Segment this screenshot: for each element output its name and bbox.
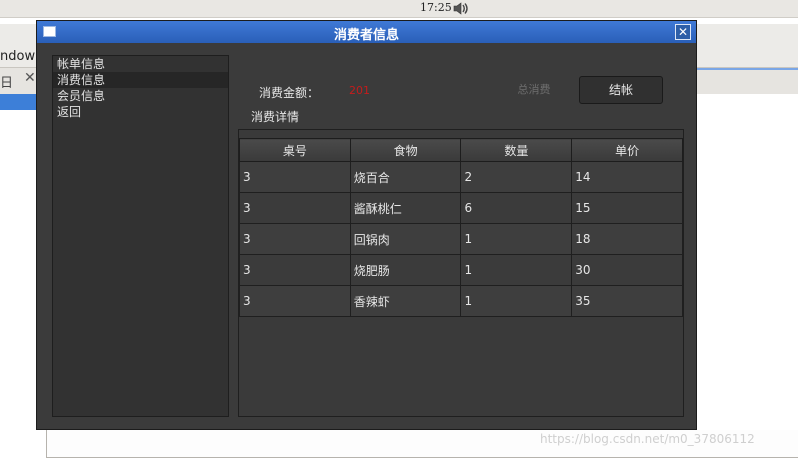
- cell-table-number[interactable]: 3: [239, 223, 351, 255]
- header-quantity[interactable]: 数量: [460, 138, 573, 162]
- cell-table-number[interactable]: 3: [239, 254, 351, 286]
- cell-quantity[interactable]: 1: [460, 254, 573, 286]
- checkout-button[interactable]: 结帐: [579, 76, 663, 104]
- sidebar-menu: 帐单信息 消费信息 会员信息 返回: [52, 55, 229, 417]
- cell-food[interactable]: 烧肥肠: [349, 254, 462, 286]
- sidebar-item-back[interactable]: 返回: [53, 104, 228, 120]
- cell-unit-price[interactable]: 35: [571, 285, 683, 317]
- header-unit-price[interactable]: 单价: [571, 138, 683, 162]
- table-header-row: 桌号 食物 数量 单价: [239, 138, 683, 162]
- cell-quantity[interactable]: 1: [460, 285, 573, 317]
- cell-food[interactable]: 酱酥桃仁: [349, 192, 462, 224]
- watermark: https://blog.csdn.net/m0_37806112: [540, 432, 755, 446]
- background-accent-line: [697, 68, 798, 70]
- top-panel: 17:25: [0, 0, 798, 18]
- cell-quantity[interactable]: 6: [460, 192, 573, 224]
- background-menu-label[interactable]: ndow: [0, 49, 35, 64]
- table-row[interactable]: 3 烧百合 2 14: [239, 161, 683, 193]
- background-selection: [0, 94, 36, 110]
- amount-label: 消费金额：: [259, 86, 320, 100]
- cell-table-number[interactable]: 3: [239, 161, 351, 193]
- header-table-number[interactable]: 桌号: [239, 138, 351, 162]
- dialog-title: 消费者信息: [333, 28, 399, 43]
- background-tab-close-icon[interactable]: ✕: [24, 70, 36, 86]
- cell-table-number[interactable]: 3: [239, 285, 351, 317]
- sidebar-item-member[interactable]: 会员信息: [53, 88, 228, 104]
- header-food[interactable]: 食物: [349, 138, 462, 162]
- close-icon[interactable]: ✕: [675, 24, 691, 40]
- cell-unit-price[interactable]: 14: [571, 161, 683, 193]
- table-row[interactable]: 3 香辣虾 1 35: [239, 285, 683, 317]
- cell-food[interactable]: 香辣虾: [349, 285, 462, 317]
- sidebar-item-bill[interactable]: 帐单信息: [53, 56, 228, 72]
- clock[interactable]: 17:25: [420, 1, 452, 14]
- table-row[interactable]: 3 酱酥桃仁 6 15: [239, 192, 683, 224]
- consumption-table-panel: 桌号 食物 数量 单价 3 烧百合 2 14 3 酱酥桃仁 6 15 3 回锅肉…: [238, 129, 684, 417]
- volume-icon[interactable]: [452, 1, 470, 16]
- cell-table-number[interactable]: 3: [239, 192, 351, 224]
- cell-food[interactable]: 回锅肉: [349, 223, 462, 255]
- table-row[interactable]: 3 烧肥肠 1 30: [239, 254, 683, 286]
- title-bar[interactable]: 消费者信息 ✕: [37, 21, 696, 43]
- cell-food[interactable]: 烧百合: [349, 161, 462, 193]
- cell-unit-price[interactable]: 30: [571, 254, 683, 286]
- cell-quantity[interactable]: 1: [460, 223, 573, 255]
- consumer-info-dialog: 消费者信息 ✕ 帐单信息 消费信息 会员信息 返回 消费金额： 201 总消费 …: [36, 20, 697, 430]
- detail-label: 消费详情: [251, 110, 300, 124]
- amount-value: 201: [349, 84, 370, 97]
- sidebar-item-consumption[interactable]: 消费信息: [53, 72, 228, 88]
- cell-quantity[interactable]: 2: [460, 161, 573, 193]
- cell-unit-price[interactable]: 15: [571, 192, 683, 224]
- total-consumption-button[interactable]: 总消费: [501, 77, 567, 103]
- consumption-table: 桌号 食物 数量 单价 3 烧百合 2 14 3 酱酥桃仁 6 15 3 回锅肉…: [239, 138, 683, 317]
- cell-unit-price[interactable]: 18: [571, 223, 683, 255]
- background-tab-label[interactable]: 日: [0, 72, 13, 91]
- table-row[interactable]: 3 回锅肉 1 18: [239, 223, 683, 255]
